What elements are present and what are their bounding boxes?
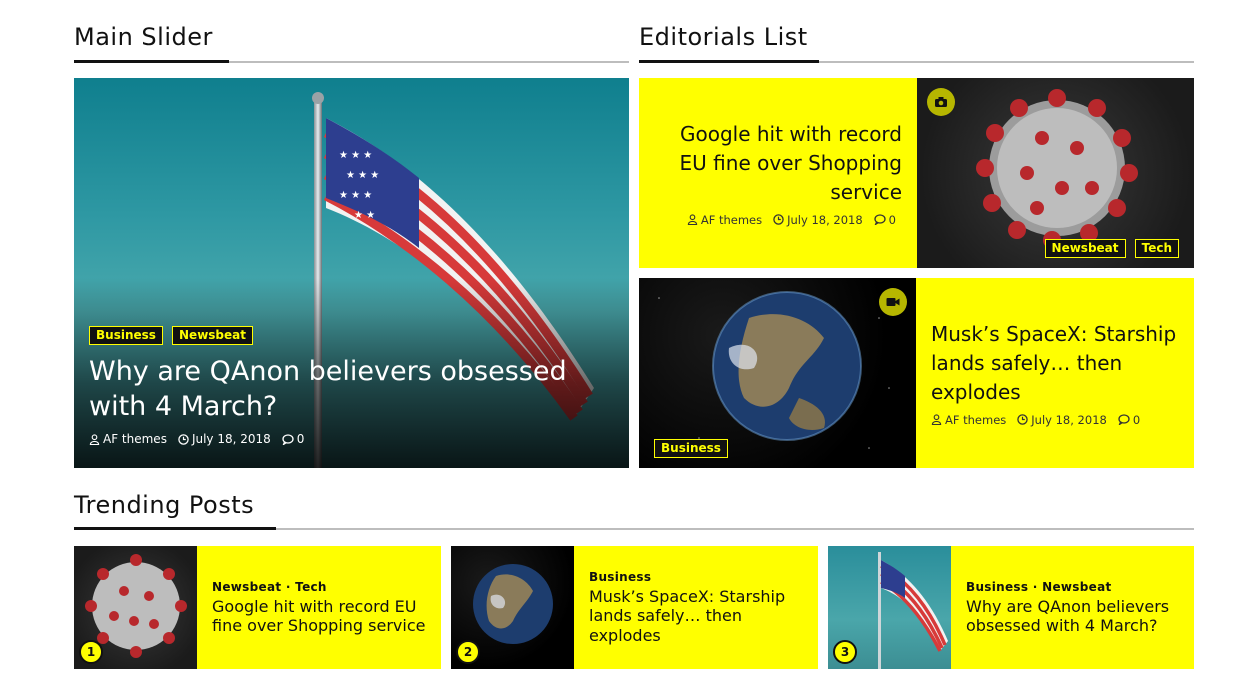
comment-icon (1118, 414, 1130, 425)
trending-title[interactable]: Why are QAnon believers obsessed with 4 … (966, 597, 1184, 636)
trending-card-2[interactable]: 2 Business Musk’s SpaceX: Starship lands… (451, 546, 818, 669)
editorial-card-google[interactable]: Google hit with record EU fine over Shop… (639, 78, 1194, 268)
slider-headline[interactable]: Why are QAnon believers obsessed with 4 … (89, 354, 609, 424)
user-icon (687, 214, 698, 225)
tag-newsbeat[interactable]: Newsbeat (1044, 239, 1126, 258)
flag-thumbnail[interactable]: 3 (828, 546, 951, 669)
date-meta[interactable]: July 18, 2018 (178, 432, 271, 446)
tag-business[interactable]: Business (654, 439, 728, 458)
user-icon (89, 433, 100, 445)
clock-icon (178, 433, 189, 445)
date-meta[interactable]: July 18, 2018 (773, 213, 863, 227)
trending-categories[interactable]: Newsbeat · Tech (212, 580, 431, 594)
clock-icon (1017, 414, 1029, 425)
rank-badge: 3 (833, 640, 857, 664)
svg-text:★ ★ ★: ★ ★ ★ (346, 170, 379, 181)
title-rule (74, 527, 1194, 530)
rank-badge: 2 (456, 640, 480, 664)
section-title-main-slider: Main Slider (74, 23, 213, 51)
user-icon (931, 414, 942, 425)
title-rule (639, 60, 1194, 63)
comment-icon (874, 214, 886, 225)
title-rule (74, 60, 629, 63)
svg-text:★ ★ ★: ★ ★ ★ (339, 190, 372, 201)
author-meta[interactable]: AF themes (89, 432, 167, 446)
svg-text:★ ★: ★ ★ (354, 210, 375, 221)
trending-card-1[interactable]: 1 Newsbeat · Tech Google hit with record… (74, 546, 441, 669)
author-meta[interactable]: AF themes (931, 413, 1006, 427)
editorial-card-spacex[interactable]: Business Musk’s SpaceX: Starship lands s… (639, 278, 1194, 468)
author-meta[interactable]: AF themes (687, 213, 762, 227)
tag-newsbeat[interactable]: Newsbeat (172, 326, 253, 345)
trending-card-3[interactable]: 3 Business · Newsbeat Why are QAnon beli… (828, 546, 1194, 669)
editorial-headline[interactable]: Musk’s SpaceX: Starship lands safely… th… (931, 320, 1179, 407)
section-title-trending: Trending Posts (74, 491, 255, 519)
earth-image[interactable]: Business (639, 278, 916, 468)
svg-text:★ ★ ★: ★ ★ ★ (339, 150, 372, 161)
date-meta[interactable]: July 18, 2018 (1017, 413, 1107, 427)
tag-tech[interactable]: Tech (1134, 239, 1179, 258)
rank-badge: 1 (79, 640, 103, 664)
virus-image[interactable]: Newsbeat Tech (917, 78, 1194, 268)
camera-icon (927, 88, 955, 116)
main-slider-card[interactable]: ★ ★ ★ ★ ★ ★ ★ ★ ★ ★ ★ Business Newsbeat … (74, 78, 629, 468)
comments-meta[interactable]: 0 (282, 432, 304, 446)
trending-categories[interactable]: Business · Newsbeat (966, 580, 1184, 594)
trending-categories[interactable]: Business (589, 570, 808, 584)
earth-thumbnail[interactable]: 2 (451, 546, 574, 669)
tag-business[interactable]: Business (89, 326, 163, 345)
trending-title[interactable]: Google hit with record EU fine over Shop… (212, 597, 431, 636)
comments-meta[interactable]: 0 (1118, 413, 1140, 427)
clock-icon (773, 214, 784, 225)
section-title-editorials: Editorials List (639, 23, 808, 51)
comment-icon (282, 433, 294, 445)
video-camera-icon (879, 288, 907, 316)
comments-meta[interactable]: 0 (874, 213, 896, 227)
virus-thumbnail[interactable]: 1 (74, 546, 197, 669)
editorial-headline[interactable]: Google hit with record EU fine over Shop… (654, 120, 902, 207)
trending-title[interactable]: Musk’s SpaceX: Starship lands safely… th… (589, 587, 808, 646)
